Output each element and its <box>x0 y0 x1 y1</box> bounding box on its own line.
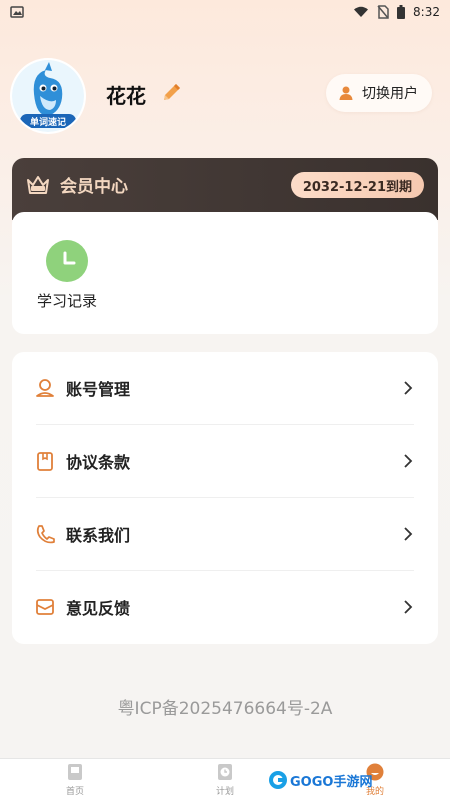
bottom-nav: 首页 计划 我的 GOGO手游网 <box>0 758 450 800</box>
tab-home[interactable]: 首页 <box>0 759 150 800</box>
vip-center-banner[interactable]: 会员中心 2032-12-21到期 <box>12 158 438 220</box>
switch-user-label: 切换用户 <box>362 86 418 102</box>
phone-icon <box>34 523 56 545</box>
study-record-button[interactable]: 学习记录 <box>32 240 102 311</box>
settings-menu: 账号管理 协议条款 联系我们 意见反馈 <box>12 352 438 644</box>
user-circle-icon <box>34 377 56 399</box>
menu-item-label: 联系我们 <box>66 526 131 545</box>
crown-icon <box>27 175 49 194</box>
avatar-text: 单词速记 <box>29 118 66 128</box>
user-icon <box>339 86 353 100</box>
menu-item-account[interactable]: 账号管理 <box>12 352 438 424</box>
study-record-label: 学习记录 <box>36 292 97 310</box>
menu-item-feedback[interactable]: 意见反馈 <box>12 571 438 643</box>
status-time: 8:32 <box>413 5 440 19</box>
tab-label: 计划 <box>215 786 234 797</box>
gogo-logo-icon <box>269 771 287 789</box>
menu-item-label: 协议条款 <box>66 453 131 472</box>
clock-icon <box>46 240 88 282</box>
profile-header: 单词速记 花花 切换用户 <box>12 58 438 138</box>
avatar[interactable]: 单词速记 <box>12 60 84 132</box>
battery-icon <box>397 5 406 19</box>
clock-icon <box>218 763 232 780</box>
chevron-right-icon <box>402 599 414 615</box>
document-icon <box>34 450 56 472</box>
menu-item-contact[interactable]: 联系我们 <box>12 498 438 570</box>
status-bar: 8:32 <box>0 0 450 24</box>
vip-title: 会员中心 <box>60 177 128 197</box>
menu-item-terms[interactable]: 协议条款 <box>12 425 438 497</box>
edit-pencil-icon[interactable] <box>160 80 184 104</box>
chevron-right-icon <box>402 453 414 469</box>
gallery-notification-icon <box>10 6 24 18</box>
menu-item-label: 账号管理 <box>66 380 131 399</box>
chevron-right-icon <box>402 526 414 542</box>
vip-expiry-badge: 2032-12-21到期 <box>290 172 424 198</box>
username: 花花 <box>106 84 146 108</box>
mail-icon <box>34 596 56 618</box>
book-icon <box>68 763 82 780</box>
no-sim-icon <box>377 5 389 19</box>
wifi-icon <box>354 6 369 17</box>
icp-license: 粤ICP备2025476664号-2A <box>117 699 333 719</box>
tab-label: 首页 <box>65 786 84 797</box>
watermark-logo: GOGO手游网 <box>268 767 372 793</box>
switch-user-button[interactable]: 切换用户 <box>326 74 432 112</box>
menu-item-label: 意见反馈 <box>66 599 131 618</box>
study-card: 学习记录 <box>12 212 438 334</box>
watermark-text: GOGO手游网 <box>290 774 373 790</box>
chevron-right-icon <box>402 380 414 396</box>
